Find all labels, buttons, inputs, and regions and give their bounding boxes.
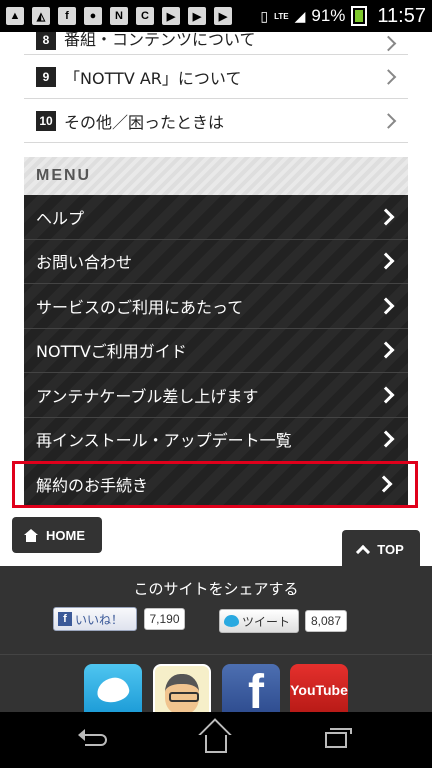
faq-label: 番組・コンテンツについて <box>64 32 256 49</box>
share-title: このサイトをシェアする <box>133 580 299 598</box>
chevron-right-icon <box>375 475 393 493</box>
menu-title: MENU <box>36 167 92 184</box>
back-button[interactable] <box>76 724 116 756</box>
twitter-bird-icon <box>95 675 131 705</box>
play-icon: ▶ <box>162 7 180 25</box>
home-icon <box>205 735 227 753</box>
menu-item-label: ヘルプ <box>36 208 85 228</box>
menu-item-cancel[interactable]: 解約のお手続き <box>12 461 418 508</box>
facebook-like-button[interactable]: f いいね！ <box>53 607 137 631</box>
facebook-icon: f <box>248 666 264 717</box>
menu-item-label: サービスのご利用にあたって <box>36 297 244 317</box>
chevron-right-icon <box>380 68 397 85</box>
battery-percent: 91% <box>311 6 346 25</box>
facebook-link[interactable]: f <box>222 664 280 716</box>
signal-icon: ◢ <box>294 7 306 24</box>
menu-item-reinstall[interactable]: 再インストール・アップデート一覧 <box>24 418 408 462</box>
facebook-icon: f <box>58 7 76 25</box>
status-bar: ▲ ◭ f ● N C ▶ ▶ ▶ ▯ LTE ◢ 91% 11:57 <box>0 0 432 32</box>
faq-number: 9 <box>36 66 56 87</box>
menu-list: ヘルプ お問い合わせ サービスのご利用にあたって NOTTVご利用ガイド アンテ… <box>12 195 418 508</box>
notification-icons: ▲ ◭ f ● N C ▶ ▶ ▶ <box>6 7 232 25</box>
nottv-icon: N <box>110 7 128 25</box>
divider <box>0 654 432 655</box>
menu-item-contact[interactable]: お問い合わせ <box>24 240 408 284</box>
clip-icon: C <box>136 7 154 25</box>
menu-item-label: お問い合わせ <box>36 253 133 273</box>
faq-number: 10 <box>36 110 56 131</box>
top-label: TOP <box>377 541 404 557</box>
menu-item-label: 解約のお手続き <box>36 475 149 495</box>
chevron-up-icon <box>356 544 371 559</box>
chevron-right-icon <box>380 112 397 129</box>
avatar-icon: ● <box>84 7 102 25</box>
faq-label: 「NOTTV AR」について <box>64 68 242 88</box>
home-button[interactable]: HOME <box>12 517 102 553</box>
chevron-right-icon <box>380 35 397 52</box>
faq-number: 8 <box>36 32 56 50</box>
chevron-right-icon <box>377 341 395 359</box>
faq-list: 8 番組・コンテンツについて 9 「NOTTV AR」について 10 その他／困… <box>24 32 408 143</box>
recent-apps-button[interactable] <box>316 724 356 756</box>
play-icon: ▶ <box>188 7 206 25</box>
play-icon: ▶ <box>214 7 232 25</box>
navigation-bar <box>0 712 432 768</box>
menu-item-terms[interactable]: サービスのご利用にあたって <box>24 284 408 329</box>
menu-item-guide[interactable]: NOTTVご利用ガイド <box>24 329 408 373</box>
network-label: LTE <box>274 11 289 21</box>
menu-item-label: NOTTVご利用ガイド <box>36 342 187 362</box>
vibrate-icon: ▯ <box>260 7 269 24</box>
back-icon <box>78 729 107 746</box>
menu-header: MENU <box>24 157 408 195</box>
home-nav-button[interactable] <box>196 724 236 756</box>
avatar-icon <box>165 674 199 714</box>
top-button[interactable]: TOP <box>342 530 420 568</box>
tweet-count: 8,087 <box>305 610 347 632</box>
facebook-icon: f <box>58 612 72 626</box>
menu-item-help[interactable]: ヘルプ <box>24 195 408 240</box>
menu-item-antenna[interactable]: アンテナケーブル差し上げます <box>24 373 408 418</box>
image-icon: ◭ <box>32 7 50 25</box>
twitter-icon <box>224 615 239 627</box>
clock: 11:57 <box>377 4 426 27</box>
home-icon <box>24 528 38 542</box>
home-label: HOME <box>46 527 85 543</box>
battery-icon <box>351 6 368 26</box>
footer: このサイトをシェアする f いいね！ 7,190 ツイート 8,087 f Yo… <box>0 566 432 716</box>
faq-label: その他／困ったときは <box>64 112 225 132</box>
like-label: いいね！ <box>75 612 124 627</box>
menu-item-label: アンテナケーブル差し上げます <box>36 386 259 406</box>
image-icon: ▲ <box>6 7 24 25</box>
menu-item-label: 再インストール・アップデート一覧 <box>36 431 292 451</box>
chevron-right-icon <box>377 297 395 315</box>
youtube-link[interactable]: YouTube <box>290 664 348 716</box>
recent-apps-icon <box>325 728 352 748</box>
chevron-right-icon <box>377 208 395 226</box>
youtube-label: YouTube <box>290 682 348 698</box>
character-link[interactable] <box>153 664 211 716</box>
twitter-link[interactable] <box>84 664 142 716</box>
faq-item[interactable]: 10 その他／困ったときは <box>24 99 408 143</box>
chevron-right-icon <box>377 386 395 404</box>
tweet-button[interactable]: ツイート <box>219 609 299 633</box>
chevron-right-icon <box>377 252 395 270</box>
tweet-label: ツイート <box>242 614 291 629</box>
chevron-right-icon <box>377 430 395 448</box>
faq-item[interactable]: 9 「NOTTV AR」について <box>24 55 408 99</box>
like-count: 7,190 <box>144 608 185 630</box>
faq-item[interactable]: 8 番組・コンテンツについて <box>24 32 408 55</box>
